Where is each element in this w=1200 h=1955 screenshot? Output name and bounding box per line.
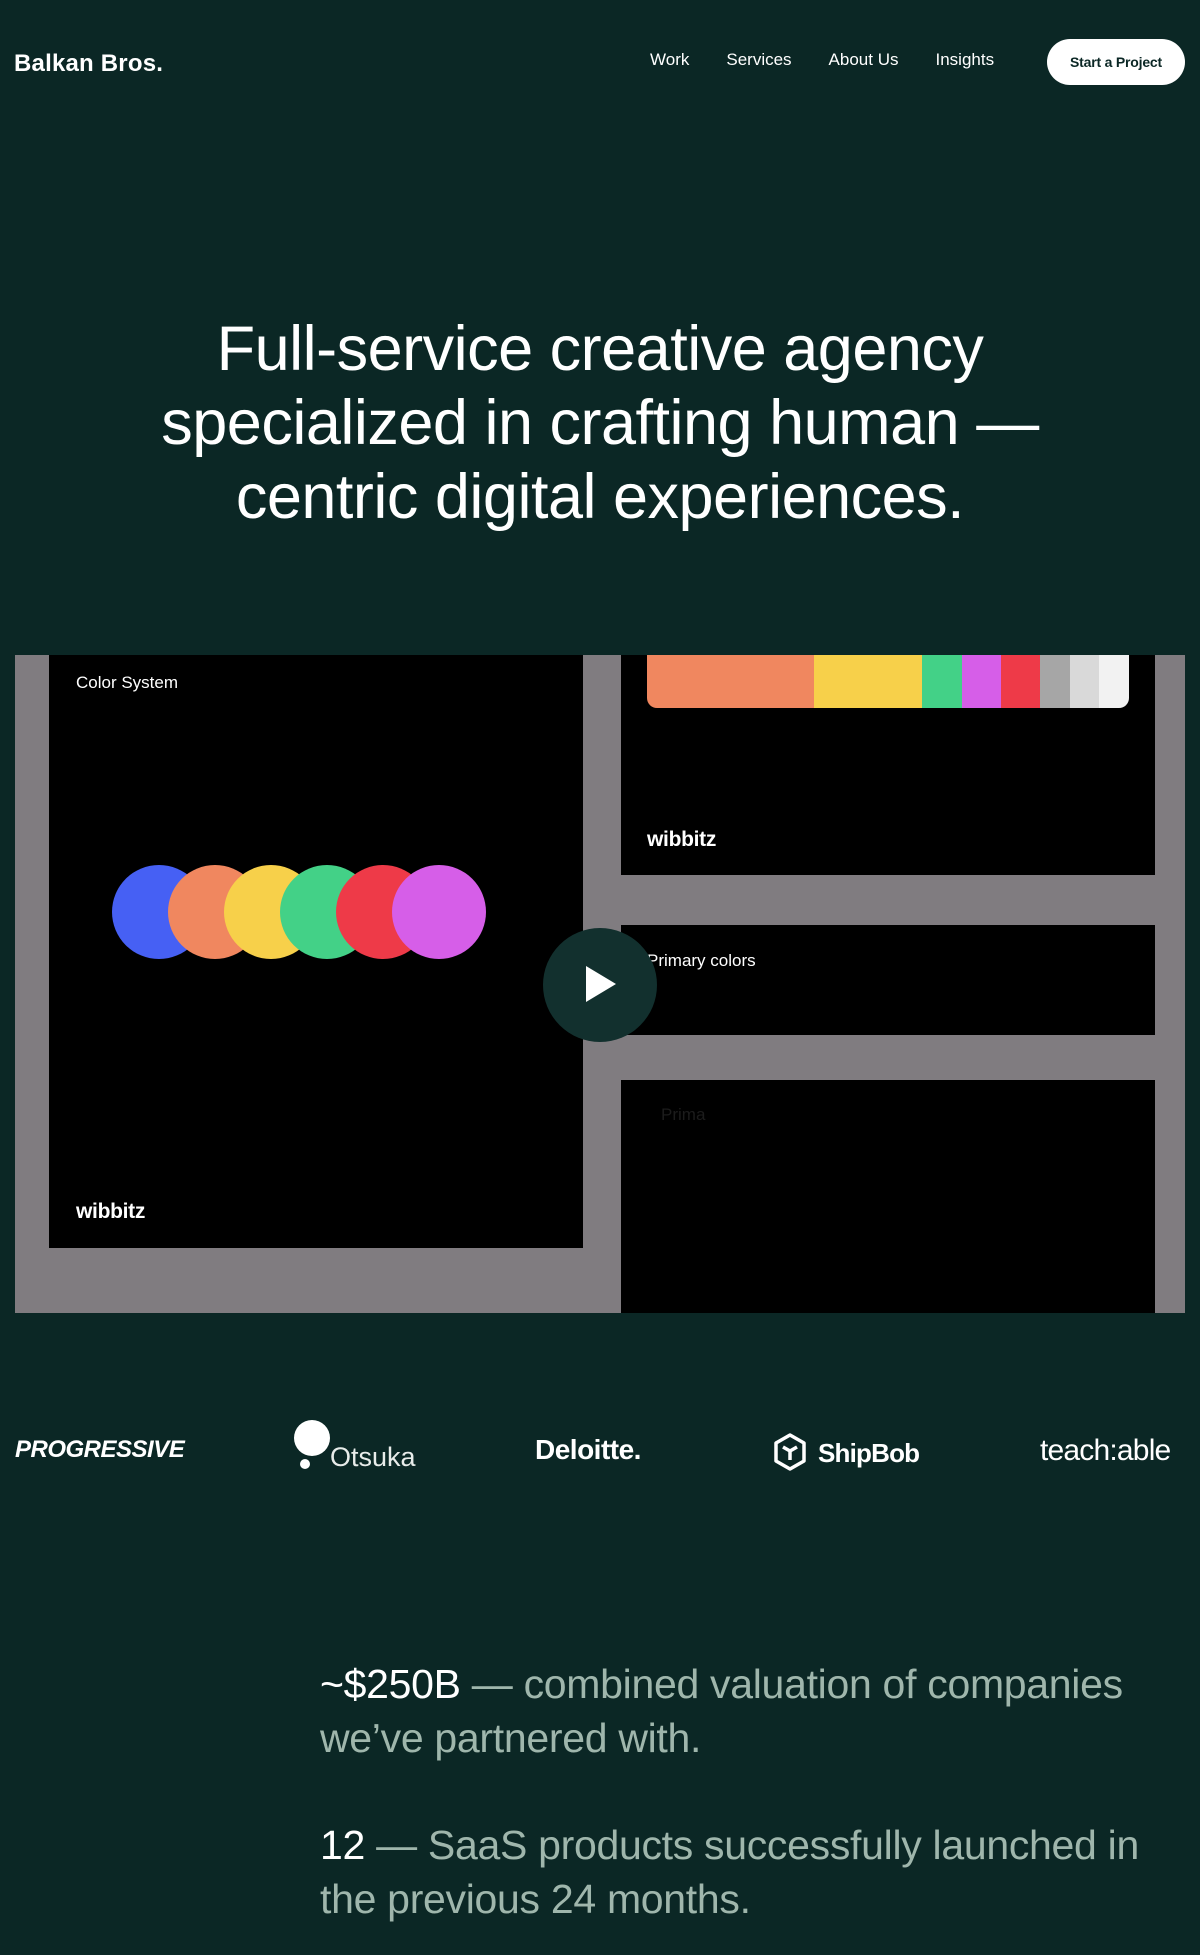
progressive-logo: PROGRESSIVE [15,1436,185,1463]
palette-swatch [647,655,815,708]
stat-number: 12 [320,1822,366,1868]
main-nav: Work Services About Us Insights [650,50,1031,70]
hero-line-3: centric digital experiences. [235,462,965,532]
color-system-label: Color System [76,673,179,692]
shipbob-box-icon [774,1433,806,1471]
stat-text: — SaaS products successfully launched in… [320,1822,1139,1922]
color-system-card: Color System wibbitz [49,655,583,1248]
nav-link-about-us[interactable]: About Us [829,50,899,70]
wibbitz-wordmark: wibbitz [76,1200,146,1223]
faded-card: Prima [621,1080,1155,1313]
palette-swatch [1040,655,1070,708]
site-logo[interactable]: Balkan Bros. [14,50,163,78]
hero-line-2: specialized in crafting human — [161,388,1039,458]
palette-card: wibbitz [621,655,1155,875]
stat-valuation: ~$250B — combined valuation of companies… [320,1657,1190,1765]
client-logos: PROGRESSIVE Otsuka Deloitte. ShipBob tea… [0,1420,1200,1480]
teachable-logo: teach:able [1040,1434,1171,1467]
faded-label: Prima [661,1105,706,1124]
palette-swatch [1001,655,1041,708]
play-icon [586,966,616,1002]
site-header: Balkan Bros. Work Services About Us Insi… [0,0,1200,130]
play-button[interactable] [543,928,657,1042]
nav-link-work[interactable]: Work [650,50,689,70]
hero-heading: Full-service creative agency specialized… [0,312,1200,534]
color-circle-purple [392,865,486,959]
deloitte-logo: Deloitte. [535,1434,641,1465]
palette-swatch [1099,655,1129,708]
palette-swatch [922,655,962,708]
start-project-button[interactable]: Start a Project [1047,39,1185,85]
nav-link-services[interactable]: Services [726,50,791,70]
shipbob-wordmark: ShipBob [818,1438,920,1468]
primary-colors-label: Primary colors [647,951,756,970]
showreel-video[interactable]: Color System wibbitz wibbitz Primary col… [15,655,1185,1313]
hero-line-1: Full-service creative agency [216,314,984,384]
palette-swatch [814,655,923,708]
stat-number: ~$250B [320,1661,461,1707]
otsuka-wordmark: Otsuka [330,1442,416,1472]
otsuka-mark-icon [294,1420,330,1469]
palette-swatch [961,655,1002,708]
color-palette-bar [647,655,1129,708]
stat-saas-products: 12 — SaaS products successfully launched… [320,1818,1190,1926]
nav-link-insights[interactable]: Insights [935,50,994,70]
wibbitz-wordmark: wibbitz [647,828,717,851]
palette-swatch [1069,655,1100,708]
primary-colors-card: Primary colors [621,925,1155,1035]
